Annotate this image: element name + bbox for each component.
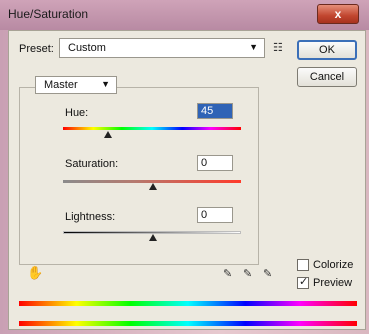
saturation-slider-thumb[interactable] [149, 183, 157, 190]
channel-value: Master [44, 79, 78, 91]
window-title: Hue/Saturation [8, 7, 89, 21]
input-color-bar [19, 301, 357, 306]
saturation-field[interactable]: 0 [197, 155, 233, 171]
close-button[interactable]: x [317, 4, 359, 24]
ok-button[interactable]: OK [297, 40, 357, 60]
lightness-slider-thumb[interactable] [149, 234, 157, 241]
channel-dropdown[interactable]: Master ▼ [35, 76, 117, 94]
eyedropper-minus-icon[interactable]: ✎ [263, 267, 277, 281]
lightness-label: Lightness: [65, 211, 116, 223]
preview-checkbox[interactable] [297, 275, 309, 289]
output-color-bar [19, 321, 357, 326]
cancel-button[interactable]: Cancel [297, 67, 357, 87]
preset-value: Custom [68, 42, 106, 54]
eyedropper-plus-icon[interactable]: ✎ [243, 267, 257, 281]
hue-slider-track[interactable] [63, 127, 241, 130]
saturation-label: Saturation: [65, 158, 119, 170]
preset-label: Preset: [19, 43, 54, 55]
lightness-field[interactable]: 0 [197, 207, 233, 223]
chevron-down-icon: ▼ [249, 42, 258, 52]
list-icon[interactable]: ☷ [273, 41, 283, 54]
hue-field[interactable]: 45 [197, 103, 233, 119]
hue-slider-thumb[interactable] [104, 131, 112, 138]
hue-label: Hue: [65, 107, 89, 119]
hand-icon[interactable]: ✋ [27, 265, 43, 280]
chevron-down-icon: ▼ [101, 79, 110, 89]
hue-saturation-dialog: Preset: Custom ▼ ☷ OK Cancel Master ▼ Hu… [8, 30, 366, 330]
colorize-label: Colorize [313, 259, 354, 271]
title-bar[interactable]: Hue/Saturation x [0, 0, 369, 30]
colorize-checkbox[interactable] [297, 259, 309, 271]
eyedropper-icon[interactable]: ✎ [223, 267, 237, 281]
preview-label: Preview [313, 277, 353, 289]
preset-dropdown[interactable]: Custom ▼ [59, 38, 265, 58]
